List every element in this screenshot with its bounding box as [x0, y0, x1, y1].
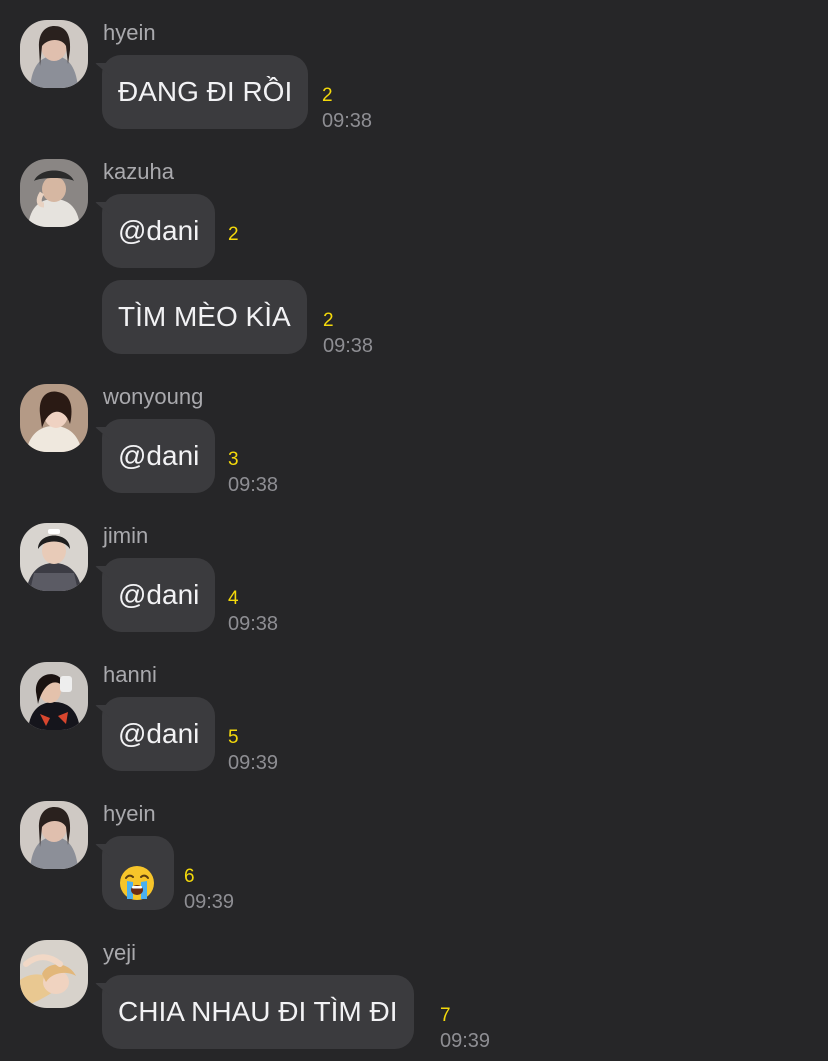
avatar[interactable]: [20, 662, 88, 730]
message-meta: 4 09:38: [228, 588, 278, 636]
unread-count: 3: [228, 449, 239, 470]
timestamp: 09:39: [228, 752, 279, 774]
timestamp: 09:38: [322, 110, 373, 132]
sender-name: yeji: [103, 940, 137, 965]
message-meta: 7 09:39: [440, 1005, 490, 1053]
message-meta: 5 09:39: [228, 727, 278, 775]
sender-name: wonyoung: [103, 384, 204, 409]
avatar[interactable]: [20, 20, 88, 88]
timestamp: 09:39: [184, 891, 235, 913]
message-meta: 2: [228, 224, 239, 246]
message-meta: 3 09:38: [228, 449, 278, 497]
unread-count: 7: [440, 1005, 451, 1026]
message-bubble[interactable]: CHIA NHAU ĐI TÌM ĐI: [102, 975, 414, 1049]
timestamp: 09:38: [228, 613, 279, 635]
sender-name: kazuha: [103, 159, 174, 184]
message-meta: 2 09:38: [322, 85, 372, 133]
unread-count: 2: [228, 224, 239, 245]
unread-count: 2: [323, 310, 334, 331]
avatar[interactable]: [20, 384, 88, 452]
message-meta: 6 09:39: [184, 866, 234, 914]
message-bubble[interactable]: @dani: [102, 697, 216, 771]
avatar[interactable]: [20, 523, 88, 591]
loudly-crying-face-icon: [119, 855, 155, 929]
message-bubble[interactable]: TÌM MÈO KÌA: [102, 280, 307, 354]
message-bubble[interactable]: @dani: [102, 419, 216, 493]
avatar[interactable]: [20, 159, 88, 227]
message-bubble[interactable]: [102, 836, 174, 910]
avatar[interactable]: [20, 801, 88, 869]
unread-count: 2: [322, 85, 333, 106]
timestamp: 09:39: [440, 1030, 491, 1052]
sender-name: jimin: [103, 523, 149, 548]
unread-count: 5: [228, 727, 239, 748]
timestamp: 09:38: [228, 474, 279, 496]
message-bubble[interactable]: @dani: [102, 558, 216, 632]
message-meta: 2 09:38: [323, 310, 373, 358]
sender-name: hyein: [103, 20, 156, 45]
sender-name: hanni: [103, 662, 157, 687]
message-bubble[interactable]: ĐANG ĐI RỒI: [102, 55, 309, 129]
avatar[interactable]: [20, 940, 88, 1008]
unread-count: 6: [184, 866, 195, 887]
message-bubble[interactable]: @dani: [102, 194, 216, 268]
timestamp: 09:38: [323, 335, 374, 357]
unread-count: 4: [228, 588, 239, 609]
sender-name: hyein: [103, 801, 156, 826]
